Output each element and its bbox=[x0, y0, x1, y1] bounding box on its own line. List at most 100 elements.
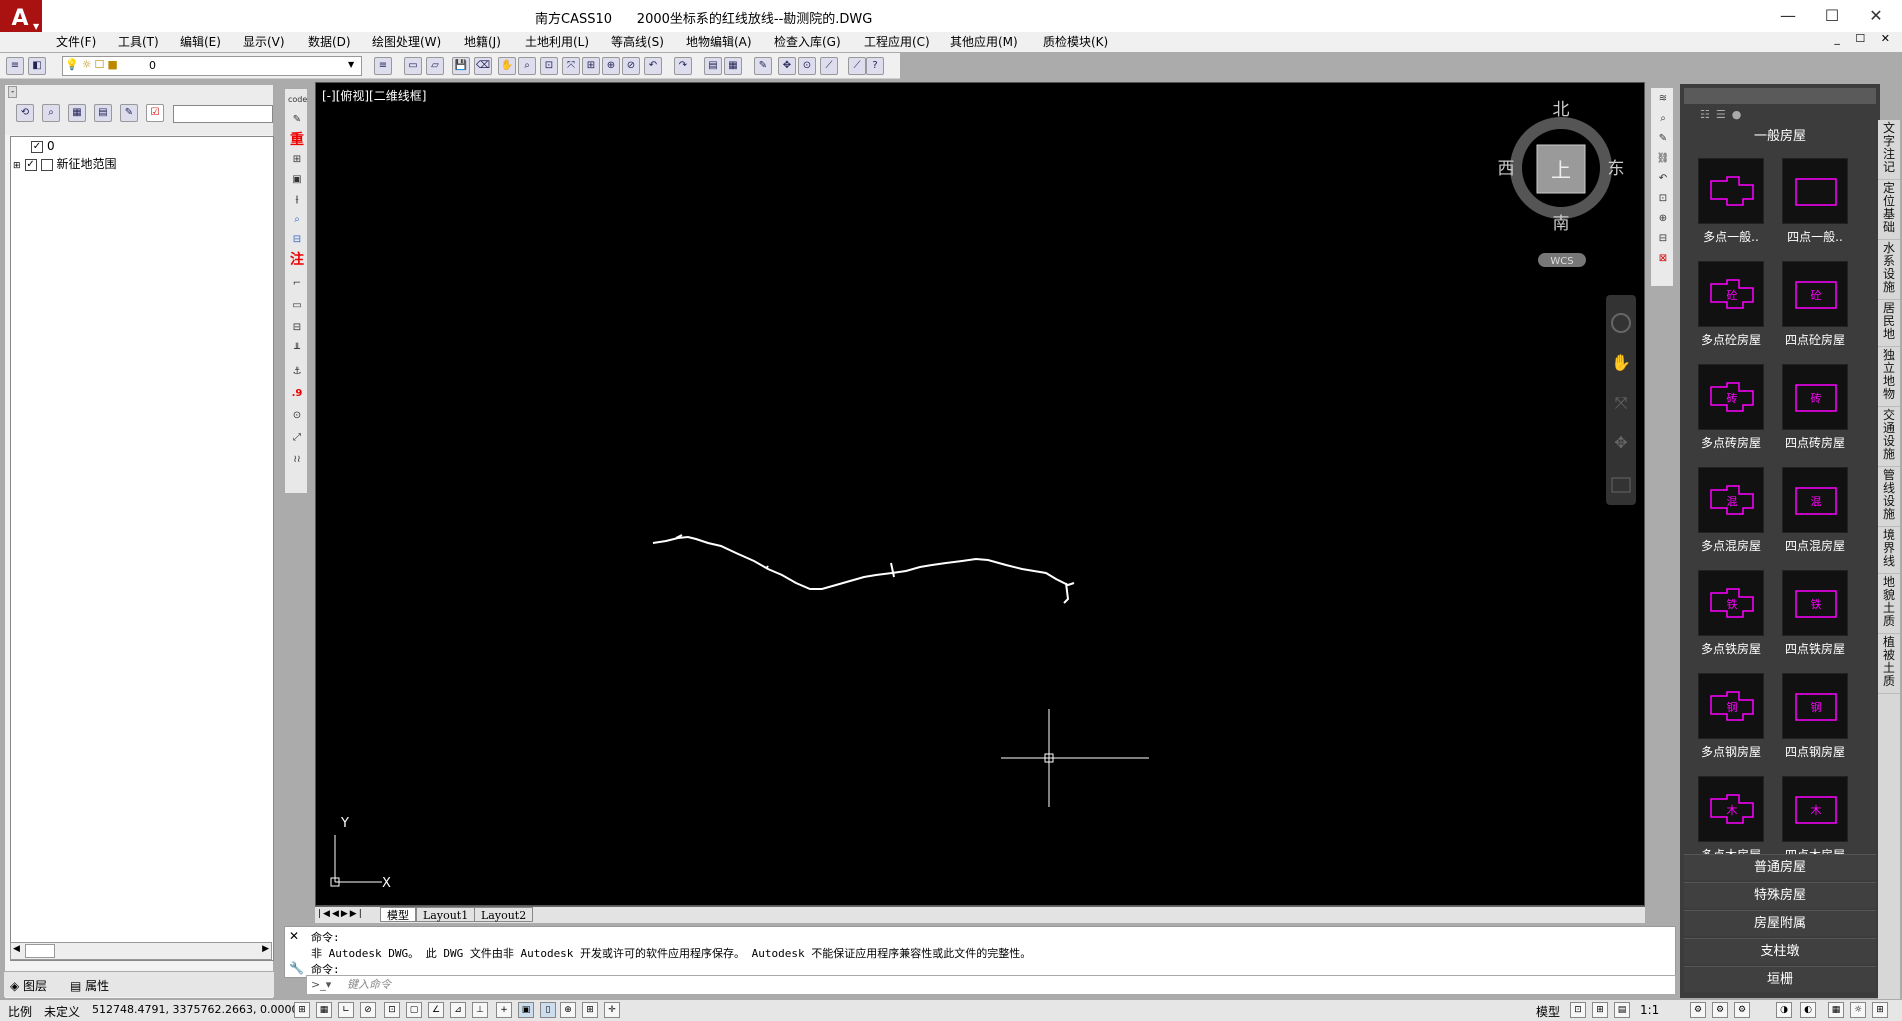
select-icon[interactable]: ⊟ bbox=[1654, 230, 1672, 248]
category-1[interactable]: 特殊房屋 bbox=[1684, 882, 1876, 908]
layer-search-input[interactable] bbox=[173, 105, 273, 123]
drawing-canvas[interactable]: Y X 上 北 南 西 东 WCS ✋ ⤧ ✥ bbox=[315, 82, 1645, 906]
status-toggle-9[interactable]: + bbox=[496, 1002, 512, 1018]
scale-value[interactable]: 未定义 bbox=[44, 1003, 80, 1020]
boat-icon[interactable]: ⚓ bbox=[288, 363, 306, 381]
navigation-bar[interactable]: ✋ ⤧ ✥ bbox=[1606, 295, 1636, 505]
menu-item-9[interactable]: 地物编辑(A) bbox=[686, 33, 752, 50]
minimize-button[interactable]: — bbox=[1768, 4, 1808, 28]
side-tab-5[interactable]: 交通设施 bbox=[1878, 409, 1900, 467]
symbol-search-input[interactable] bbox=[1684, 88, 1876, 104]
layer-tool-icon-3[interactable]: ▤ bbox=[94, 104, 112, 122]
toolbar-icon-18[interactable]: ⊙ bbox=[798, 57, 816, 75]
status-toggle-7[interactable]: ⊿ bbox=[450, 1002, 466, 1018]
status-toggle-1[interactable]: ▦ bbox=[316, 1002, 332, 1018]
side-tab-0[interactable]: 文字注记 bbox=[1878, 122, 1900, 180]
command-input[interactable]: >_▾ 键入命令 bbox=[306, 975, 1676, 995]
menu-item-11[interactable]: 工程应用(C) bbox=[864, 33, 930, 50]
category-0[interactable]: 普通房屋 bbox=[1684, 854, 1876, 880]
category-2[interactable]: 房屋附属 bbox=[1684, 910, 1876, 936]
category-3[interactable]: 支柱墩 bbox=[1684, 938, 1876, 964]
menu-item-3[interactable]: 显示(V) bbox=[243, 33, 285, 50]
toolbar-icon-4[interactable]: ⌫ bbox=[474, 57, 492, 75]
curve-edit-icon[interactable]: ↶ bbox=[1654, 170, 1672, 188]
layer-tool-icon-2[interactable]: ▦ bbox=[68, 104, 86, 122]
toolbar-icon-0[interactable]: ≡ bbox=[374, 57, 392, 75]
symbol-tile[interactable] bbox=[1698, 158, 1764, 224]
erase-icon[interactable]: ⊠ bbox=[1654, 250, 1672, 268]
side-tab-1[interactable]: 定位基础 bbox=[1878, 182, 1900, 240]
toolbar-icon-6[interactable]: ⌕ bbox=[518, 57, 536, 75]
redraw-button[interactable]: 重 bbox=[288, 131, 306, 149]
rail-icon[interactable]: ⊟ bbox=[288, 319, 306, 337]
chevron-down-icon[interactable]: ▼ bbox=[348, 60, 354, 69]
wrench-icon[interactable]: 🔧 bbox=[289, 961, 304, 975]
status-tool-2[interactable]: ▤ bbox=[1614, 1002, 1630, 1018]
text-search-icon[interactable]: ⌕ bbox=[288, 211, 306, 229]
layer-tool-icon-0[interactable]: ⟲ bbox=[16, 104, 34, 122]
model-space-button[interactable]: 模型 bbox=[1536, 1003, 1560, 1020]
symbol-tile[interactable]: 木 bbox=[1782, 776, 1848, 842]
status-toggle-4[interactable]: ⊡ bbox=[384, 1002, 400, 1018]
toolbar-icon-1[interactable]: ▭ bbox=[404, 57, 422, 75]
side-tab-4[interactable]: 独立地物 bbox=[1878, 349, 1900, 407]
status-toggle-10[interactable]: ▣ bbox=[518, 1002, 534, 1018]
checkbox-icon[interactable]: ✓ bbox=[31, 140, 43, 153]
pen-icon[interactable]: ✎ bbox=[288, 111, 306, 129]
menu-item-6[interactable]: 地籍(J) bbox=[464, 33, 501, 50]
menu-item-1[interactable]: 工具(T) bbox=[118, 33, 159, 50]
properties-tab[interactable]: ▤ 属性 bbox=[70, 977, 109, 994]
toolbar-icon-15[interactable]: ▦ bbox=[724, 57, 742, 75]
dimension-icon[interactable]: ⫲ bbox=[288, 191, 306, 209]
circle-icon[interactable]: ⊙ bbox=[288, 407, 306, 425]
menu-item-2[interactable]: 编辑(E) bbox=[180, 33, 221, 50]
toolbar-icon-17[interactable]: ✥ bbox=[778, 57, 796, 75]
maximize-button[interactable]: ☐ bbox=[1812, 4, 1852, 28]
command-prompt-icon[interactable]: >_▾ bbox=[311, 976, 331, 994]
symbol-tile[interactable]: 混 bbox=[1698, 467, 1764, 533]
horizontal-scrollbar[interactable]: ◀ ▶ bbox=[10, 942, 272, 960]
category-4[interactable]: 垣栅 bbox=[1684, 966, 1876, 992]
line-icon[interactable]: ⤢ bbox=[288, 429, 306, 447]
symbol-tile[interactable]: 混 bbox=[1782, 467, 1848, 533]
symbol-tile[interactable]: 砼 bbox=[1698, 261, 1764, 327]
symbol-tile[interactable]: 木 bbox=[1698, 776, 1764, 842]
symbol-tile[interactable]: 砖 bbox=[1698, 364, 1764, 430]
layer-tool-icon-4[interactable]: ✎ bbox=[120, 104, 138, 122]
symbol-tile[interactable] bbox=[1782, 158, 1848, 224]
menu-item-4[interactable]: 数据(D) bbox=[308, 33, 351, 50]
layer-state-icon[interactable]: ◧ bbox=[28, 57, 46, 75]
symbol-tile[interactable]: 砼 bbox=[1782, 261, 1848, 327]
toolbar-icon-12[interactable]: ↶ bbox=[644, 57, 662, 75]
panel-view-icons[interactable]: ☷☰● bbox=[1700, 108, 1747, 121]
symbol-tile[interactable]: 砖 bbox=[1782, 364, 1848, 430]
side-tab-7[interactable]: 境界线 bbox=[1878, 529, 1900, 574]
layer-tool-icon[interactable]: ≋ bbox=[1654, 90, 1672, 108]
side-tab-3[interactable]: 居民地 bbox=[1878, 302, 1900, 347]
toolbar-icon-13[interactable]: ↷ bbox=[674, 57, 692, 75]
pencil-icon[interactable]: ✎ bbox=[1654, 130, 1672, 148]
menu-item-7[interactable]: 土地利用(L) bbox=[525, 33, 589, 50]
side-tab-9[interactable]: 植被土质 bbox=[1878, 636, 1900, 694]
status-tool-1[interactable]: ⊞ bbox=[1592, 1002, 1608, 1018]
expand-icon[interactable]: ⊞ bbox=[13, 161, 21, 171]
toolbar-icon-21[interactable]: ? bbox=[866, 57, 884, 75]
checkbox-icon[interactable] bbox=[40, 158, 53, 171]
link-icon[interactable]: ⛓ bbox=[1654, 150, 1672, 168]
close-icon[interactable]: ✕ bbox=[289, 929, 299, 943]
elevation-button[interactable]: .9 bbox=[288, 385, 306, 403]
grid-icon[interactable]: ⊞ bbox=[288, 151, 306, 169]
status-toggle-14[interactable]: ✛ bbox=[604, 1002, 620, 1018]
menu-item-8[interactable]: 等高线(S) bbox=[611, 33, 664, 50]
tab-layout1[interactable]: Layout1 bbox=[416, 907, 476, 922]
menu-item-13[interactable]: 质检模块(K) bbox=[1043, 33, 1108, 50]
annotate-button[interactable]: 注 bbox=[288, 251, 306, 269]
checkbox-icon[interactable]: ✓ bbox=[24, 158, 37, 171]
tab-model[interactable]: 模型 bbox=[380, 907, 416, 922]
viewcube[interactable]: 上 北 南 西 东 WCS bbox=[1498, 100, 1625, 267]
code-icon[interactable]: code bbox=[288, 91, 307, 109]
toolbar-icon-9[interactable]: ⊞ bbox=[582, 57, 600, 75]
zoom-window-icon[interactable]: ⊡ bbox=[1654, 190, 1672, 208]
menu-item-0[interactable]: 文件(F) bbox=[56, 33, 96, 50]
coordinate-readout[interactable]: 512748.4791, 3375762.2663, 0.0000 bbox=[92, 1003, 298, 1016]
